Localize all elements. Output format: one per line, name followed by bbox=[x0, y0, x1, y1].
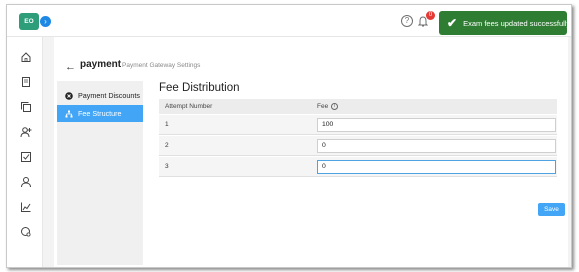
toast-message: Exam fees updated successfully bbox=[463, 18, 571, 28]
column-header-fee: Fee i bbox=[317, 103, 339, 110]
page-title: payment bbox=[80, 59, 122, 70]
back-arrow-icon[interactable]: ← bbox=[65, 61, 76, 73]
section-title: Fee Distribution bbox=[159, 82, 240, 94]
fee-input[interactable] bbox=[317, 117, 556, 132]
menu-item-label: Payment Discounts bbox=[78, 91, 140, 100]
checkbox-icon[interactable] bbox=[20, 151, 32, 163]
save-button[interactable]: Save bbox=[538, 203, 565, 216]
fee-input[interactable] bbox=[317, 138, 556, 153]
app-logo[interactable]: EO bbox=[19, 13, 39, 30]
help-icon[interactable]: ? bbox=[401, 15, 413, 27]
collapse-sidebar-button[interactable]: › bbox=[40, 16, 51, 27]
fee-input[interactable] bbox=[317, 159, 556, 174]
table-row: 3 bbox=[159, 157, 557, 177]
app-window: EO › ? 0 ✔ Exam fees updated successfull… bbox=[6, 4, 572, 268]
fee-table: Attempt Number Fee i 1 2 3 bbox=[159, 99, 557, 177]
sidebar bbox=[7, 37, 43, 267]
remove-circle-icon bbox=[65, 91, 73, 100]
add-user-icon[interactable] bbox=[20, 126, 32, 138]
settings-circle-icon[interactable] bbox=[20, 226, 32, 238]
notification-badge: 0 bbox=[426, 11, 435, 20]
book-icon[interactable] bbox=[20, 76, 32, 88]
table-header: Attempt Number Fee i bbox=[159, 99, 557, 114]
home-icon[interactable] bbox=[20, 51, 32, 63]
table-row: 2 bbox=[159, 136, 557, 156]
main-content: ← payment Payment Gateway Settings Payme… bbox=[54, 37, 568, 267]
attempt-number: 2 bbox=[165, 142, 169, 149]
table-row: 1 bbox=[159, 115, 557, 135]
info-icon[interactable]: i bbox=[331, 103, 339, 110]
column-header-attempt: Attempt Number bbox=[165, 103, 213, 110]
check-icon: ✔ bbox=[447, 16, 458, 30]
copy-icon[interactable] bbox=[20, 101, 32, 113]
user-icon[interactable] bbox=[20, 176, 32, 188]
chart-icon[interactable] bbox=[20, 201, 32, 213]
page-subtitle: Payment Gateway Settings bbox=[122, 62, 201, 69]
column-header-fee-label: Fee bbox=[317, 103, 329, 110]
hierarchy-icon bbox=[65, 110, 73, 118]
menu-item-label: Fee Structure bbox=[78, 109, 122, 118]
top-bar: EO › ? 0 ✔ Exam fees updated successfull… bbox=[7, 5, 571, 37]
menu-item-payment-discounts[interactable]: Payment Discounts bbox=[57, 87, 143, 104]
attempt-number: 3 bbox=[165, 163, 169, 170]
attempt-number: 1 bbox=[165, 121, 169, 128]
success-toast: ✔ Exam fees updated successfully bbox=[439, 11, 571, 35]
menu-item-fee-structure[interactable]: Fee Structure bbox=[57, 105, 143, 122]
settings-menu: Payment Discounts Fee Structure bbox=[57, 81, 143, 265]
